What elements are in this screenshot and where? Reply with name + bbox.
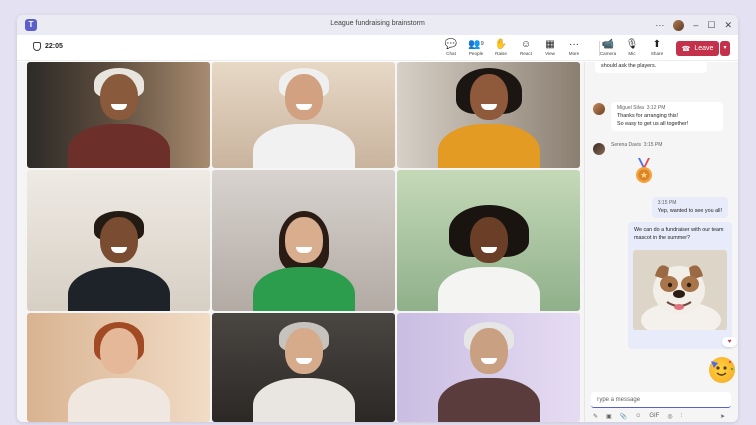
react-button[interactable]: ☺ React xyxy=(514,38,538,60)
video-tile-8[interactable] xyxy=(212,313,395,422)
chat-message: should ask the players. xyxy=(595,62,707,73)
format-icon[interactable]: ✎ xyxy=(593,413,598,421)
more-options-icon[interactable]: ··· xyxy=(655,20,664,30)
gif-icon[interactable]: GIF xyxy=(649,413,659,421)
share-button[interactable]: ⬆ Share xyxy=(645,38,669,60)
microphone-icon: 🎙 xyxy=(625,39,639,50)
avatar xyxy=(593,143,605,155)
ellipsis-icon: ··· xyxy=(569,39,579,50)
message-time: 3:15 PM xyxy=(643,142,663,148)
avatar xyxy=(593,103,605,115)
heart-reaction-icon[interactable]: ♥ xyxy=(722,337,737,347)
meeting-toolbar: 22:05 💬 Chat 👥9 People ✋ Raise ☺ React ▦… xyxy=(17,35,738,61)
video-tile-3[interactable] xyxy=(397,62,580,168)
send-icon[interactable]: ➤ xyxy=(720,413,725,421)
camera-icon: 📹 xyxy=(601,39,615,50)
meeting-window: T League fundraising brainstorm ··· – ☐ … xyxy=(17,15,738,422)
phone-hangup-icon: ☎ xyxy=(681,45,691,53)
video-tile-2[interactable] xyxy=(212,62,395,168)
compose-toolbar: ✎ ▣ 📎 ☺ GIF ◎ ⫶ ➤ xyxy=(593,413,733,421)
minimize-icon[interactable]: – xyxy=(693,20,698,30)
emoji-icon[interactable]: ☺ xyxy=(635,413,641,421)
message-input[interactable] xyxy=(591,392,731,407)
grid-view-icon: ▦ xyxy=(545,39,555,50)
video-tile-5[interactable] xyxy=(212,170,395,311)
image-icon[interactable]: ▣ xyxy=(606,413,612,421)
video-tile-4[interactable] xyxy=(27,170,210,311)
more-apps-icon[interactable]: ⫶ xyxy=(681,413,683,421)
people-count-badge: 9 xyxy=(480,41,484,47)
dog-illustration xyxy=(633,250,727,330)
chat-message: Miguel Silva 3:12 PM Thanks for arrangin… xyxy=(593,102,723,131)
sender-name: Serena Davis xyxy=(611,142,642,148)
attach-icon[interactable]: 📎 xyxy=(620,413,627,421)
leave-options-chevron-icon[interactable]: ▾ xyxy=(720,41,730,56)
message-time: 3:15 PM xyxy=(657,200,677,206)
title-bar-controls: ··· – ☐ ✕ xyxy=(655,18,732,32)
view-button[interactable]: ▦ View xyxy=(538,38,562,60)
chat-button[interactable]: 💬 Chat xyxy=(439,38,463,60)
meeting-title: League fundraising brainstorm xyxy=(330,20,425,27)
raise-hand-button[interactable]: ✋ Raise xyxy=(489,38,513,60)
leave-button[interactable]: ☎ Leave xyxy=(676,41,719,56)
close-icon[interactable]: ✕ xyxy=(724,20,732,31)
message-time: 3:12 PM xyxy=(646,105,666,111)
meeting-timer: 22:05 xyxy=(33,42,63,51)
bulldog-photo[interactable] xyxy=(633,250,727,330)
sender-name: Miguel Silva xyxy=(617,105,644,111)
medal-sticker-icon xyxy=(636,158,652,183)
smiley-icon: ☺ xyxy=(520,39,532,50)
chat-message-self: 3:15 PM Yep, wanted to see you all! xyxy=(651,197,728,218)
timer-text: 22:05 xyxy=(45,43,63,50)
raise-hand-icon: ✋ xyxy=(494,39,508,50)
chat-icon: 💬 xyxy=(444,39,458,50)
video-tile-6[interactable] xyxy=(397,170,580,311)
party-face-sticker-icon xyxy=(709,357,735,383)
sticker-icon[interactable]: ◎ xyxy=(667,413,672,421)
video-tile-7[interactable] xyxy=(27,313,210,422)
video-grid xyxy=(17,62,584,422)
user-avatar[interactable] xyxy=(673,19,685,31)
share-screen-icon: ⬆ xyxy=(652,39,662,50)
more-button[interactable]: ··· More xyxy=(562,38,586,60)
mic-button[interactable]: 🎙 Mic xyxy=(620,38,644,60)
video-tile-1[interactable] xyxy=(27,62,210,168)
chat-message: Serena Davis 3:15 PM xyxy=(593,142,663,155)
shield-icon xyxy=(33,42,41,51)
title-bar: T League fundraising brainstorm ··· – ☐ … xyxy=(17,15,738,35)
chat-panel: should ask the players. Miguel Silva 3:1… xyxy=(584,62,738,422)
people-button[interactable]: 👥9 People xyxy=(464,38,488,60)
camera-button[interactable]: 📹 Camera xyxy=(596,38,620,60)
chat-message-self: We can do a fundraiser with our team mas… xyxy=(628,222,732,349)
compose-box xyxy=(591,392,731,408)
video-tile-9[interactable] xyxy=(397,313,580,422)
people-icon: 👥9 xyxy=(468,39,484,50)
maximize-icon[interactable]: ☐ xyxy=(707,20,715,31)
